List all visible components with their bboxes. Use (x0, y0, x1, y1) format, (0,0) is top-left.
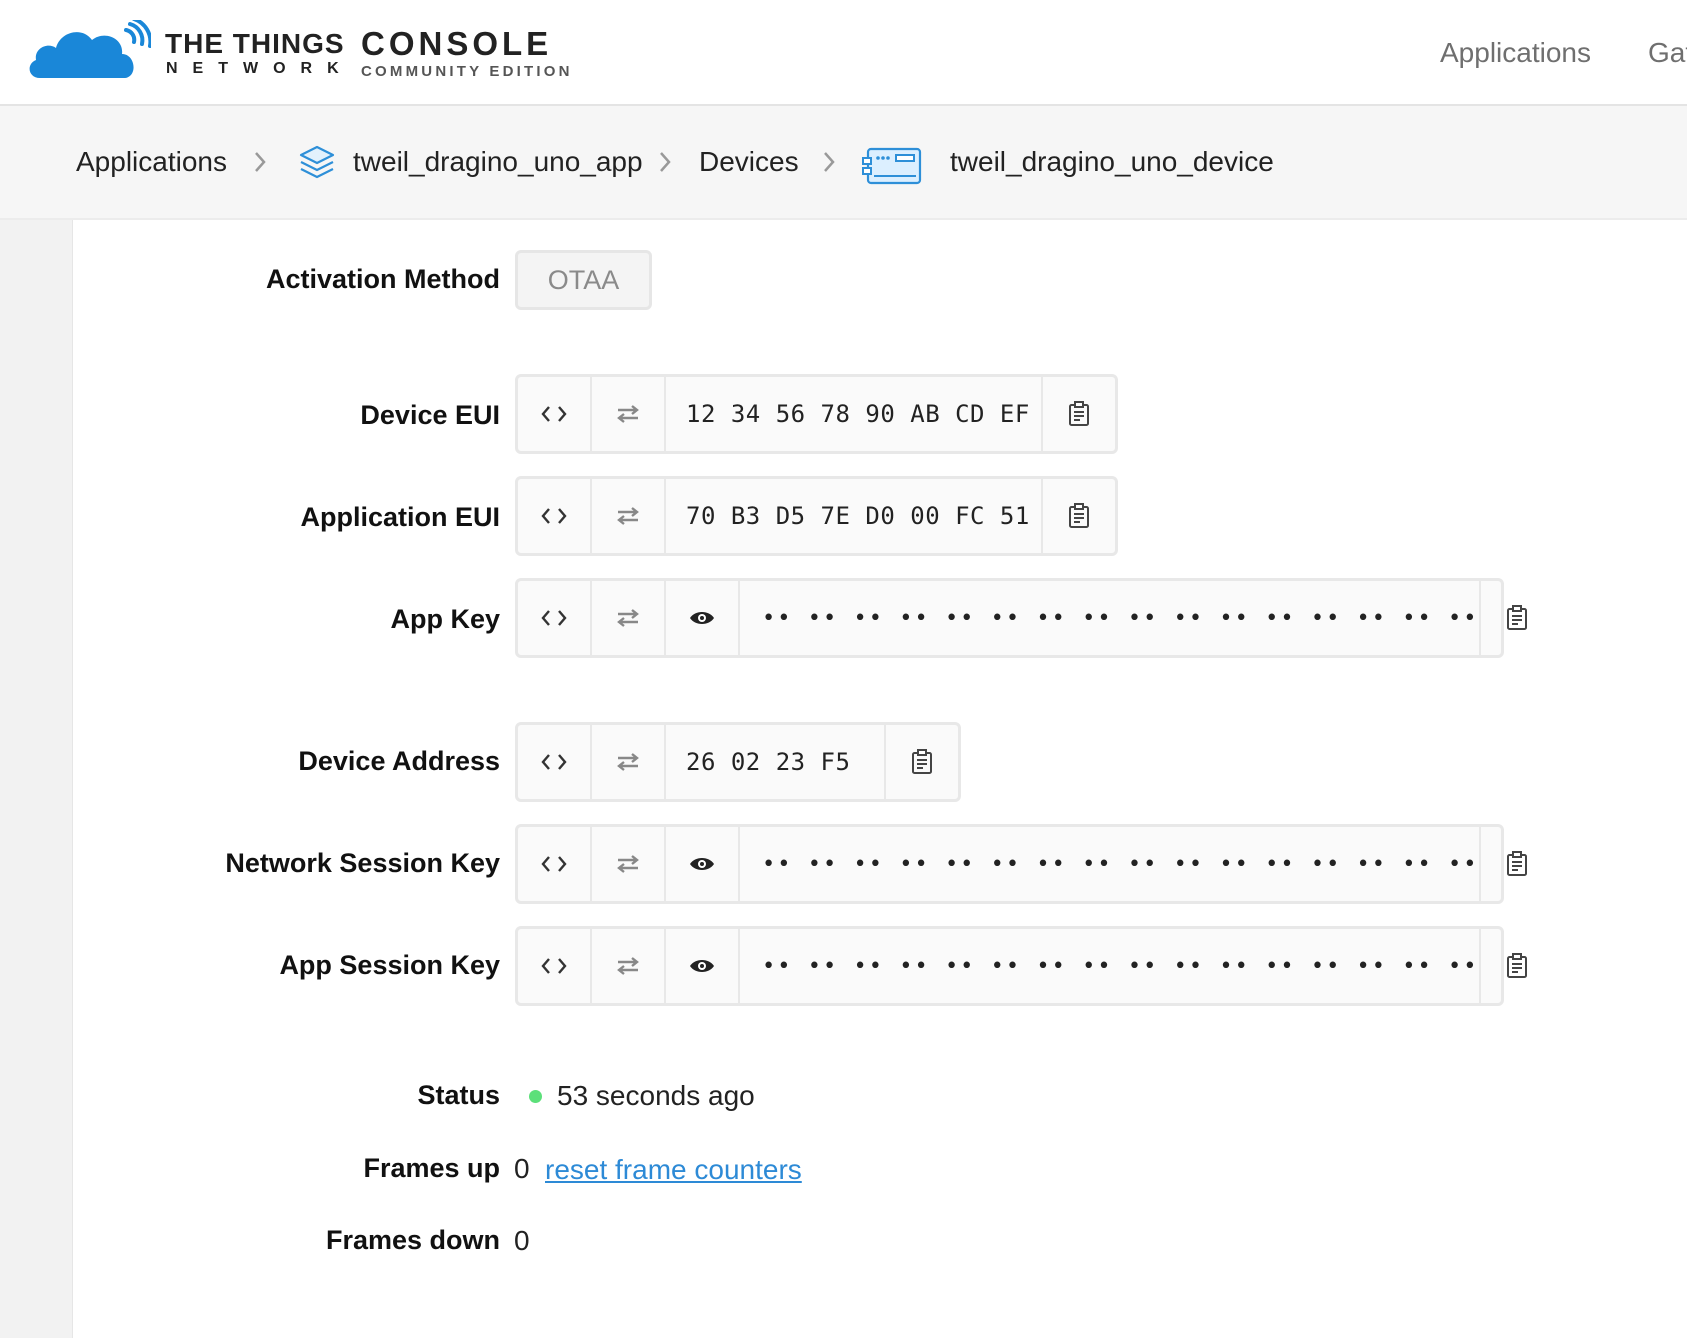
device-address-field: 26 02 23 F5 (515, 722, 961, 802)
application-eui-value[interactable]: 70 B3 D5 7E D0 00 FC 51 (666, 479, 1043, 553)
breadcrumb-devices[interactable]: Devices (699, 146, 799, 178)
network-session-key-label: Network Session Key (225, 848, 500, 878)
brand-subname: NETWORK (166, 60, 354, 77)
frames-down-value: 0 (514, 1225, 530, 1256)
code-brackets-icon (541, 508, 567, 524)
app-session-key-value[interactable]: •• •• •• •• •• •• •• •• •• •• •• •• •• •… (740, 929, 1481, 1003)
device-eui-value[interactable]: 12 34 56 78 90 AB CD EF (666, 377, 1043, 451)
format-toggle-button[interactable] (518, 827, 592, 901)
code-brackets-icon (541, 406, 567, 422)
clipboard-icon (1506, 851, 1527, 876)
left-sidebar-strip (0, 220, 73, 1338)
frames-up-label: Frames up (363, 1153, 500, 1183)
device-address-label: Device Address (298, 746, 500, 776)
device-eui-label: Device EUI (360, 400, 500, 430)
byte-order-button[interactable] (592, 479, 666, 553)
status-indicator-dot (529, 1090, 542, 1103)
frames-down-label: Frames down (325, 1225, 500, 1255)
code-brackets-icon (541, 856, 567, 872)
byte-order-button[interactable] (592, 377, 666, 451)
top-header: THE THINGS NETWORK CONSOLE COMMUNITY EDI… (0, 0, 1687, 106)
application-eui-field: 70 B3 D5 7E D0 00 FC 51 (515, 476, 1118, 556)
status-value: 53 seconds ago (557, 1080, 755, 1111)
breadcrumb: Applications tweil_dragino_uno_app Devic… (0, 106, 1687, 220)
swap-arrows-icon (617, 405, 639, 423)
swap-arrows-icon (617, 507, 639, 525)
copy-button[interactable] (1481, 827, 1553, 901)
clipboard-icon (1506, 953, 1527, 978)
eye-icon (690, 612, 714, 624)
nav-gateways[interactable]: Gat (1648, 37, 1687, 69)
byte-order-button[interactable] (592, 827, 666, 901)
eye-icon (690, 858, 714, 870)
app-session-key-field: •• •• •• •• •• •• •• •• •• •• •• •• •• •… (515, 926, 1527, 1006)
swap-arrows-icon (617, 609, 639, 627)
console-subtitle: COMMUNITY EDITION (361, 63, 573, 80)
code-brackets-icon (541, 754, 567, 770)
clipboard-icon (1069, 401, 1089, 426)
breadcrumb-applications[interactable]: Applications (76, 146, 227, 178)
breadcrumb-app[interactable]: tweil_dragino_uno_app (353, 146, 643, 178)
console-title: CONSOLE (361, 25, 553, 62)
reveal-button[interactable] (666, 581, 740, 655)
nav-applications[interactable]: Applications (1440, 37, 1591, 69)
clipboard-icon (1069, 503, 1089, 528)
clipboard-icon (1506, 605, 1527, 630)
status-label: Status (417, 1080, 500, 1110)
app-layers-icon (299, 145, 335, 179)
chevron-right-icon (824, 152, 835, 172)
format-toggle-button[interactable] (518, 929, 592, 1003)
device-address-value[interactable]: 26 02 23 F5 (666, 725, 886, 799)
chevron-right-icon (660, 152, 671, 172)
device-eui-field: 12 34 56 78 90 AB CD EF (515, 374, 1118, 454)
chevron-right-icon (255, 152, 266, 172)
format-toggle-button[interactable] (518, 581, 592, 655)
code-brackets-icon (541, 958, 567, 974)
format-toggle-button[interactable] (518, 479, 592, 553)
copy-button[interactable] (1481, 581, 1553, 655)
swap-arrows-icon (617, 957, 639, 975)
application-eui-label: Application EUI (300, 502, 500, 532)
clipboard-icon (912, 749, 932, 774)
copy-button[interactable] (1481, 929, 1553, 1003)
ttn-cloud-logo-icon[interactable] (26, 20, 151, 80)
format-toggle-button[interactable] (518, 377, 592, 451)
copy-button[interactable] (1043, 377, 1115, 451)
app-session-key-label: App Session Key (279, 950, 500, 980)
network-session-key-field: •• •• •• •• •• •• •• •• •• •• •• •• •• •… (515, 824, 1527, 904)
app-key-label: App Key (390, 604, 500, 634)
byte-order-button[interactable] (592, 581, 666, 655)
brand-name: THE THINGS (165, 28, 345, 59)
copy-button[interactable] (1043, 479, 1115, 553)
app-key-field: •• •• •• •• •• •• •• •• •• •• •• •• •• •… (515, 578, 1527, 658)
network-session-key-value[interactable]: •• •• •• •• •• •• •• •• •• •• •• •• •• •… (740, 827, 1481, 901)
swap-arrows-icon (617, 753, 639, 771)
byte-order-button[interactable] (592, 725, 666, 799)
reveal-button[interactable] (666, 929, 740, 1003)
format-toggle-button[interactable] (518, 725, 592, 799)
activation-method-label: Activation Method (266, 264, 500, 294)
byte-order-button[interactable] (592, 929, 666, 1003)
app-key-value[interactable]: •• •• •• •• •• •• •• •• •• •• •• •• •• •… (740, 581, 1481, 655)
code-brackets-icon (541, 610, 567, 626)
reveal-button[interactable] (666, 827, 740, 901)
swap-arrows-icon (617, 855, 639, 873)
breadcrumb-device[interactable]: tweil_dragino_uno_device (950, 146, 1274, 178)
activation-method-badge: OTAA (515, 250, 652, 310)
copy-button[interactable] (886, 725, 958, 799)
eye-icon (690, 960, 714, 972)
frames-up-value: 0 (514, 1153, 530, 1184)
reset-frame-counters-link[interactable]: reset frame counters (545, 1154, 802, 1186)
device-board-icon (862, 147, 922, 185)
